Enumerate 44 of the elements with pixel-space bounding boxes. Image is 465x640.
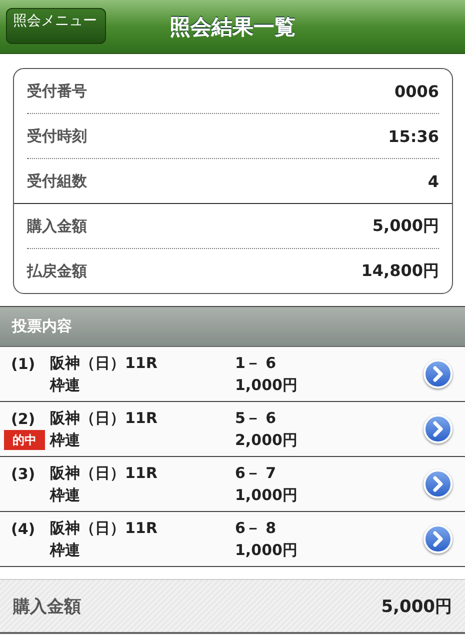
summary-value: 4 <box>428 172 439 190</box>
bet-number: (4) <box>10 519 36 540</box>
summary-label: 払戻金額 <box>27 262 87 280</box>
chevron-icon[interactable] <box>423 414 453 444</box>
summary-value: 14,800円 <box>361 260 439 282</box>
bet-row[interactable]: (1) 阪神（日）11R 枠連 1－ 6 1,000円 <box>0 347 465 402</box>
race-name: 阪神（日）11R <box>50 408 158 429</box>
bet-number: (1) <box>10 354 36 375</box>
section-title: 投票内容 <box>12 317 72 336</box>
bet-row[interactable]: (2) 的中 阪神（日）11R 枠連 5－ 6 2,000円 <box>0 402 465 457</box>
chevron-icon[interactable] <box>423 359 453 389</box>
summary-value: 0006 <box>394 82 439 100</box>
bet-type: 枠連 <box>50 485 81 506</box>
back-button[interactable]: 照会メニュー <box>6 8 106 44</box>
race-name: 阪神（日）11R <box>50 353 158 374</box>
summary-label: 受付時刻 <box>27 126 87 146</box>
nav-title: 照会結果一覧 <box>170 14 296 40</box>
summary-label: 受付番号 <box>27 82 87 100</box>
bet-type: 枠連 <box>50 430 81 451</box>
bet-amount: 1,000円 <box>235 485 298 506</box>
bet-type: 枠連 <box>50 375 81 396</box>
bet-amount: 1,000円 <box>235 375 298 396</box>
bet-row[interactable]: (4) 阪神（日）11R 枠連 6－ 8 1,000円 <box>0 512 465 567</box>
summary-value: 5,000円 <box>372 216 439 236</box>
hit-badge: 的中 <box>4 430 45 450</box>
summary-value: 15:36 <box>388 126 439 146</box>
combination: 6－ 7 <box>235 463 278 484</box>
summary-label: 購入金額 <box>27 216 87 236</box>
bet-amount: 2,000円 <box>235 430 298 451</box>
bet-number: (3) <box>10 464 36 485</box>
total-value: 5,000円 <box>381 596 452 618</box>
chevron-icon[interactable] <box>423 469 453 499</box>
combination: 6－ 8 <box>235 518 278 539</box>
combination: 1－ 6 <box>235 353 278 374</box>
bet-row[interactable]: (3) 阪神（日）11R 枠連 6－ 7 1,000円 <box>0 457 465 512</box>
bet-type: 枠連 <box>50 540 81 561</box>
race-name: 阪神（日）11R <box>50 463 158 484</box>
race-name: 阪神（日）11R <box>50 518 158 539</box>
bet-number: (2) <box>10 409 36 430</box>
total-label: 購入金額 <box>13 596 81 618</box>
summary-label: 受付組数 <box>27 172 87 190</box>
combination: 5－ 6 <box>235 408 278 429</box>
bet-amount: 1,000円 <box>235 540 298 561</box>
chevron-icon[interactable] <box>423 524 453 554</box>
